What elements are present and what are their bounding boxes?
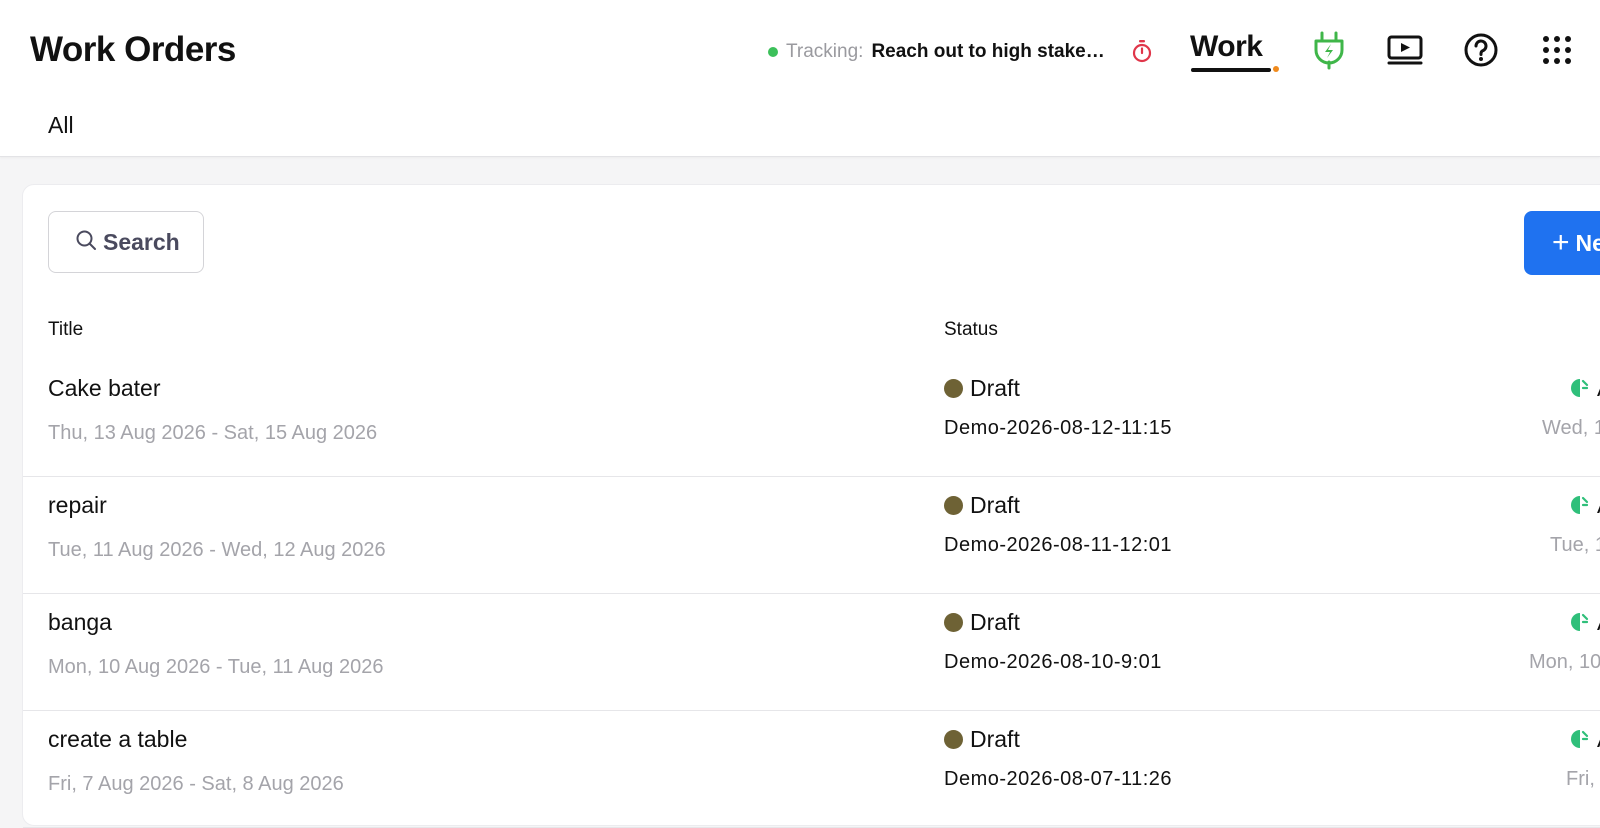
table-row[interactable]: repair Tue, 11 Aug 2026 - Wed, 12 Aug 20… xyxy=(23,476,1600,594)
work-order-id: Demo-2026-08-07-11:26 xyxy=(944,768,1173,790)
plus-icon: + xyxy=(1552,226,1570,259)
status-badge: Draft xyxy=(944,375,1020,402)
brand-underline xyxy=(1191,68,1271,72)
work-order-title: banga xyxy=(48,609,112,635)
draft-status-dot xyxy=(944,613,963,632)
work-order-title: repair xyxy=(48,492,107,518)
table-row[interactable]: Cake bater Thu, 13 Aug 2026 - Sat, 15 Au… xyxy=(23,359,1600,477)
status-label: Draft xyxy=(970,492,1020,518)
progress-status-icon xyxy=(1570,611,1590,633)
search-icon xyxy=(75,229,97,256)
work-order-dates: Mon, 10 Aug 2026 - Tue, 11 Aug 2026 xyxy=(48,656,384,678)
page-title: Work Orders xyxy=(30,30,236,69)
due-date: Mon, 10 xyxy=(1529,651,1600,673)
status-label: Draft xyxy=(970,609,1020,635)
apps-grid-icon[interactable] xyxy=(1537,30,1577,70)
help-circle-icon[interactable] xyxy=(1461,30,1501,70)
due-date: Wed, 1 xyxy=(1542,417,1600,439)
status-label: Draft xyxy=(970,726,1020,752)
due-date: Tue, 1 xyxy=(1550,534,1600,556)
brand-dot xyxy=(1273,66,1279,72)
progress-status-icon xyxy=(1570,377,1590,399)
new-work-order-button[interactable]: + Ne xyxy=(1524,211,1600,275)
tab-all[interactable]: All xyxy=(48,112,74,139)
time-tracking-indicator[interactable]: Tracking: Reach out to high stake le... xyxy=(768,38,1106,66)
work-order-dates: Fri, 7 Aug 2026 - Sat, 8 Aug 2026 xyxy=(48,773,344,795)
table-row[interactable]: create a table Fri, 7 Aug 2026 - Sat, 8 … xyxy=(23,710,1600,828)
stopwatch-icon[interactable] xyxy=(1130,38,1154,66)
work-order-title: create a table xyxy=(48,726,188,752)
search-placeholder: Search xyxy=(103,228,180,255)
progress-status-icon xyxy=(1570,728,1590,750)
brand-word: Work xyxy=(1190,30,1263,63)
column-header-title[interactable]: Title xyxy=(48,319,83,341)
tracking-active-dot xyxy=(768,47,778,57)
table-row[interactable]: banga Mon, 10 Aug 2026 - Tue, 11 Aug 202… xyxy=(23,593,1600,711)
work-orders-card: Search + Ne Title Status Cake bater Thu,… xyxy=(22,184,1600,828)
work-order-dates: Thu, 13 Aug 2026 - Sat, 15 Aug 2026 xyxy=(48,422,378,444)
tracking-label: Tracking: xyxy=(786,41,864,62)
top-header: Work Orders Tracking: Reach out to high … xyxy=(0,0,1600,157)
new-button-label: Ne xyxy=(1575,229,1600,256)
progress-status-icon xyxy=(1570,494,1590,516)
draft-status-dot xyxy=(944,379,963,398)
work-order-id: Demo-2026-08-12-11:15 xyxy=(944,417,1173,439)
video-player-icon[interactable] xyxy=(1385,30,1425,70)
draft-status-dot xyxy=(944,730,963,749)
work-order-dates: Tue, 11 Aug 2026 - Wed, 12 Aug 2026 xyxy=(48,539,386,561)
tracking-task[interactable]: Reach out to high stake le... xyxy=(871,41,1106,63)
draft-status-dot xyxy=(944,496,963,515)
status-label: Draft xyxy=(970,375,1020,401)
status-badge: Draft xyxy=(944,492,1020,519)
work-order-id: Demo-2026-08-11-12:01 xyxy=(944,534,1173,556)
work-brand-logo[interactable]: Work xyxy=(1190,30,1279,72)
work-order-id: Demo-2026-08-10-9:01 xyxy=(944,651,1162,673)
search-input[interactable]: Search xyxy=(48,211,204,273)
work-order-title: Cake bater xyxy=(48,375,161,401)
plug-power-icon[interactable] xyxy=(1309,30,1349,70)
column-header-status[interactable]: Status xyxy=(944,319,998,341)
status-badge: Draft xyxy=(944,609,1020,636)
due-date: Fri, 7 xyxy=(1566,768,1600,790)
status-badge: Draft xyxy=(944,726,1020,753)
